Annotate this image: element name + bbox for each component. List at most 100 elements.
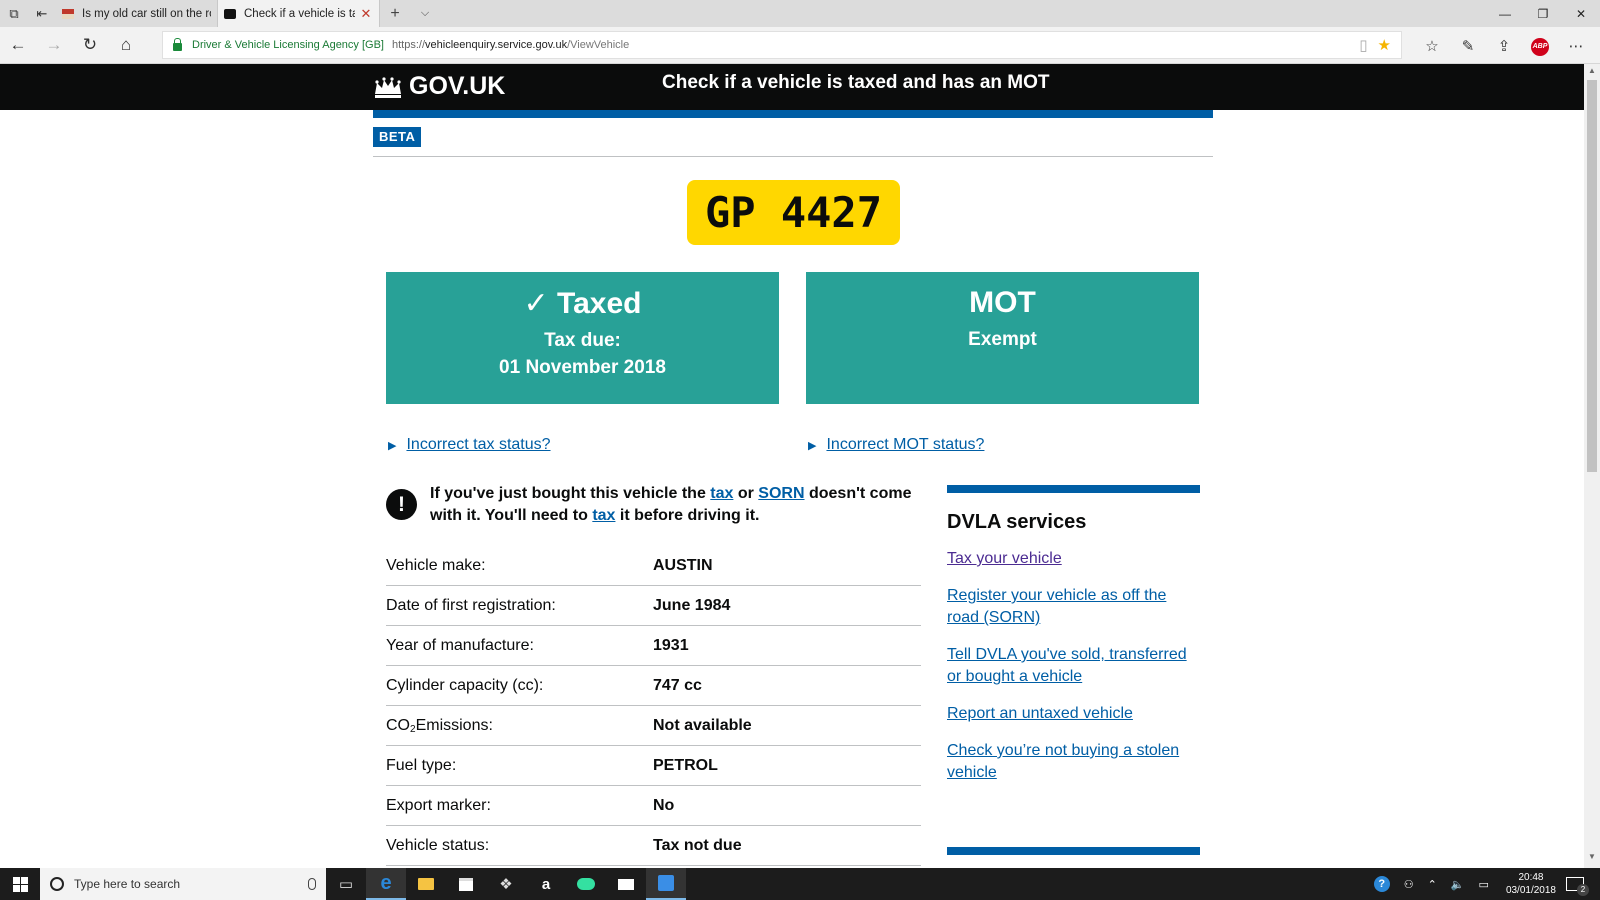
tax-your-vehicle-link[interactable]: Tax your vehicle	[947, 550, 1062, 567]
list-item: Check you’re not buying a stolen vehicle	[947, 740, 1200, 784]
detail-row: Fuel type: PETROL	[386, 746, 921, 786]
detail-value: 747 cc	[653, 676, 702, 694]
stolen-vehicle-check-link[interactable]: Check you’re not buying a stolen vehicle	[947, 742, 1179, 781]
new-tab-icon[interactable]: +	[380, 0, 410, 27]
edge-browser-icon[interactable]: e	[366, 868, 406, 900]
close-tab-icon[interactable]: ✕	[359, 6, 373, 22]
logo-text: GOV.UK	[409, 72, 506, 100]
detail-label: Vehicle status:	[386, 836, 490, 854]
start-button[interactable]	[0, 868, 40, 900]
mot-status-heading: MOT	[969, 286, 1036, 319]
detail-row: Vehicle status: Tax not due	[386, 826, 921, 866]
detail-row: Vehicle make: AUSTIN	[386, 546, 921, 586]
notification-center-icon[interactable]: 2	[1566, 877, 1589, 896]
tax-link-2[interactable]: tax	[592, 507, 615, 524]
tab-preview-chevron-icon[interactable]: ⌵	[410, 0, 440, 27]
reading-view-icon[interactable]: ▯	[1359, 36, 1367, 54]
set-aside-tabs-icon[interactable]: ⇤	[28, 0, 56, 27]
lock-icon[interactable]	[173, 37, 182, 51]
scroll-up-icon[interactable]: ▲	[1584, 66, 1600, 80]
url-path: /ViewVehicle	[567, 39, 630, 51]
security-shield-icon[interactable]	[646, 868, 686, 900]
mot-status-value: Exempt	[968, 329, 1037, 350]
url-field[interactable]: Driver & Vehicle Licensing Agency [GB] h…	[162, 31, 1402, 59]
store-icon[interactable]	[446, 868, 486, 900]
adblock-icon[interactable]: ABP	[1522, 35, 1558, 56]
exclamation-icon: !	[386, 489, 417, 520]
volume-icon[interactable]: 🔈	[1451, 878, 1465, 891]
browser-tab[interactable]: Is my old car still on the roa	[56, 0, 218, 27]
detail-label: CO2Emissions:	[386, 717, 653, 735]
incorrect-tax-link[interactable]: Incorrect tax status?	[406, 436, 550, 454]
warning-notice: ! If you've just bought this vehicle the…	[386, 483, 921, 527]
help-icon[interactable]: ?	[1373, 876, 1390, 892]
mot-status-panel: MOT Exempt	[806, 272, 1199, 404]
task-view-icon[interactable]: ▭	[326, 868, 366, 900]
system-tray: ? ⚇ ⌃ 🔈 ▭ 20:48 03/01/2018 2	[1367, 871, 1600, 897]
close-window-icon[interactable]: ✕	[1562, 0, 1600, 27]
people-icon[interactable]: ⚇	[1404, 878, 1414, 891]
tax-link[interactable]: tax	[710, 485, 733, 502]
detail-row: CO2Emissions: Not available	[386, 706, 921, 746]
restore-icon[interactable]: ❐	[1524, 0, 1562, 27]
favorites-hub-icon[interactable]: ☆	[1414, 37, 1450, 55]
home-icon[interactable]: ⌂	[108, 27, 144, 64]
tell-dvla-sold-link[interactable]: Tell DVLA you've sold, transferred or bo…	[947, 646, 1187, 685]
more-menu-icon[interactable]: ⋯	[1558, 37, 1594, 55]
back-icon[interactable]: ←	[0, 27, 36, 64]
govuk-logo[interactable]: GOV.UK	[373, 72, 505, 101]
url-host: vehicleenquiry.service.gov.uk	[425, 39, 568, 51]
site-favicon-icon	[62, 8, 74, 19]
detail-value: Tax not due	[653, 836, 742, 854]
tripadvisor-icon[interactable]	[566, 868, 606, 900]
page-scrollbar[interactable]: ▲ ▼	[1584, 64, 1600, 868]
incorrect-mot-link[interactable]: Incorrect MOT status?	[826, 436, 984, 454]
scroll-down-icon[interactable]: ▼	[1584, 852, 1600, 866]
browser-tab-active[interactable]: Check if a vehicle is taxe ✕	[218, 0, 380, 27]
incorrect-tax-toggle[interactable]: ▶ Incorrect tax status?	[388, 436, 551, 454]
clock-date: 03/01/2018	[1505, 885, 1556, 896]
pen-icon[interactable]: ✎	[1450, 37, 1486, 55]
list-item: Tax your vehicle	[947, 548, 1200, 570]
forward-icon[interactable]: →	[36, 27, 72, 64]
certificate-owner[interactable]: Driver & Vehicle Licensing Agency [GB]	[192, 39, 384, 51]
network-icon[interactable]: ▭	[1479, 878, 1489, 891]
microphone-icon[interactable]	[308, 878, 316, 890]
warning-text-part: or	[733, 485, 759, 502]
windows-taskbar: Type here to search ▭ e ❖ a ? ⚇ ⌃ 🔈 ▭ 20…	[0, 868, 1600, 900]
service-name[interactable]: Check if a vehicle is taxed and has an M…	[662, 72, 1050, 94]
vehicle-details-list: Vehicle make: AUSTIN Date of first regis…	[386, 546, 921, 866]
tray-chevron-up-icon[interactable]: ⌃	[1428, 878, 1437, 891]
list-item: Tell DVLA you've sold, transferred or bo…	[947, 644, 1200, 688]
tab-title: Check if a vehicle is taxe	[244, 7, 355, 20]
detail-label: Fuel type:	[386, 756, 457, 774]
detail-row: Date of first registration: June 1984	[386, 586, 921, 626]
mail-icon[interactable]	[606, 868, 646, 900]
sidebar-blue-rule	[947, 485, 1200, 493]
refresh-icon[interactable]: ↻	[72, 27, 108, 64]
sorn-link[interactable]: SORN	[758, 485, 804, 502]
taskbar-clock[interactable]: 20:48 03/01/2018	[1506, 871, 1556, 897]
header-blue-rule	[373, 110, 1213, 118]
sidebar-links: Tax your vehicle Register your vehicle a…	[947, 548, 1200, 784]
detail-row: Cylinder capacity (cc): 747 cc	[386, 666, 921, 706]
report-untaxed-link[interactable]: Report an untaxed vehicle	[947, 705, 1133, 722]
tax-status-heading: ✓ Taxed	[523, 287, 642, 320]
detail-label: Export marker:	[386, 796, 491, 814]
taskbar-search[interactable]: Type here to search	[40, 868, 326, 900]
minimize-icon[interactable]: —	[1486, 0, 1524, 27]
triangle-right-icon: ▶	[808, 439, 817, 452]
scrollbar-thumb[interactable]	[1587, 80, 1597, 472]
number-plate: GP 4427	[687, 180, 900, 245]
share-icon[interactable]: ⇪	[1486, 37, 1522, 55]
list-item: Register your vehicle as off the road (S…	[947, 585, 1200, 629]
file-explorer-icon[interactable]	[406, 868, 446, 900]
favorite-star-icon[interactable]: ★	[1378, 36, 1391, 54]
tab-manager-icon[interactable]: ⧉	[0, 0, 28, 27]
address-bar-row: ← → ↻ ⌂ Driver & Vehicle Licensing Agenc…	[0, 27, 1600, 64]
amazon-icon[interactable]: a	[526, 868, 566, 900]
incorrect-mot-toggle[interactable]: ▶ Incorrect MOT status?	[808, 436, 984, 454]
dropbox-icon[interactable]: ❖	[486, 868, 526, 900]
windows-logo-icon	[12, 876, 28, 892]
sorn-register-link[interactable]: Register your vehicle as off the road (S…	[947, 587, 1166, 626]
